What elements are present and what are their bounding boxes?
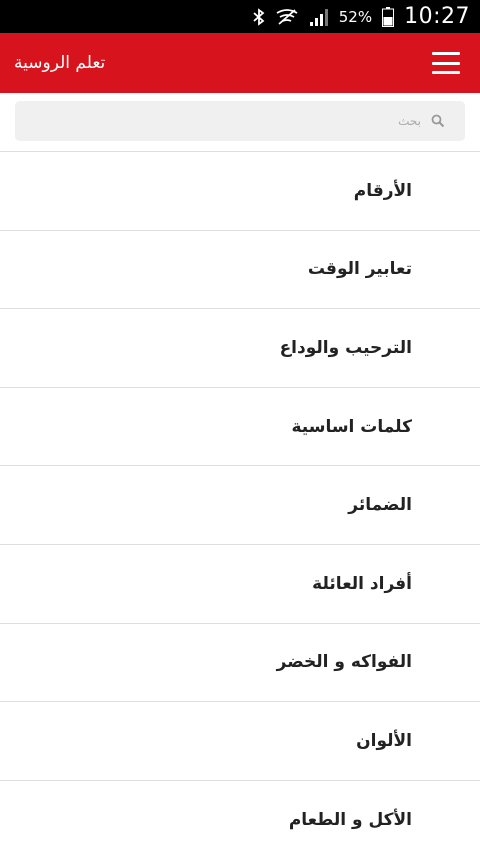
hamburger-menu-icon[interactable] <box>432 52 460 74</box>
list-item-label: الأكل و الطعام <box>288 809 412 830</box>
list-item-food[interactable]: الأكل و الطعام <box>0 779 480 858</box>
list-item-fruits-vegetables[interactable]: الفواكه و الخضر <box>0 622 480 702</box>
list-item-label: الأرقام <box>353 180 412 201</box>
battery-icon <box>382 6 395 27</box>
search-box[interactable] <box>15 101 465 141</box>
list-item-label: الضمائر <box>348 495 412 516</box>
list-item-label: الألوان <box>356 730 412 751</box>
battery-percent: 52% <box>338 7 373 26</box>
list-item-time-expressions[interactable]: تعابير الوقت <box>0 229 480 309</box>
category-list: الأرقام تعابير الوقت الترحيب والوداع كلم… <box>0 151 480 858</box>
list-item-label: الفواكه و الخضر <box>276 652 412 673</box>
signal-icon <box>309 8 329 26</box>
list-item-label: تعابير الوقت <box>307 259 412 280</box>
search-input[interactable] <box>15 101 425 141</box>
list-item-label: كلمات اساسية <box>291 416 412 437</box>
app-bar: تعلم الروسية <box>0 33 480 93</box>
bluetooth-icon <box>253 7 265 26</box>
list-item-numbers[interactable]: الأرقام <box>0 151 480 230</box>
list-item-basic-words[interactable]: كلمات اساسية <box>0 386 480 466</box>
search-icon <box>431 113 445 132</box>
list-item-greetings[interactable]: الترحيب والوداع <box>0 308 480 387</box>
list-item-pronouns[interactable]: الضمائر <box>0 465 480 544</box>
list-item-label: الترحيب والوداع <box>279 337 412 358</box>
list-item-label: أفراد العائلة <box>312 573 412 594</box>
list-item-family[interactable]: أفراد العائلة <box>0 543 480 623</box>
list-item-colors[interactable]: الألوان <box>0 701 480 780</box>
search-area <box>0 93 480 150</box>
clock-time: 10:27 <box>404 4 470 29</box>
app-title: تعلم الروسية <box>14 53 106 73</box>
status-bar: 52% 10:27 <box>0 0 480 33</box>
no-signal-icon <box>275 8 299 25</box>
